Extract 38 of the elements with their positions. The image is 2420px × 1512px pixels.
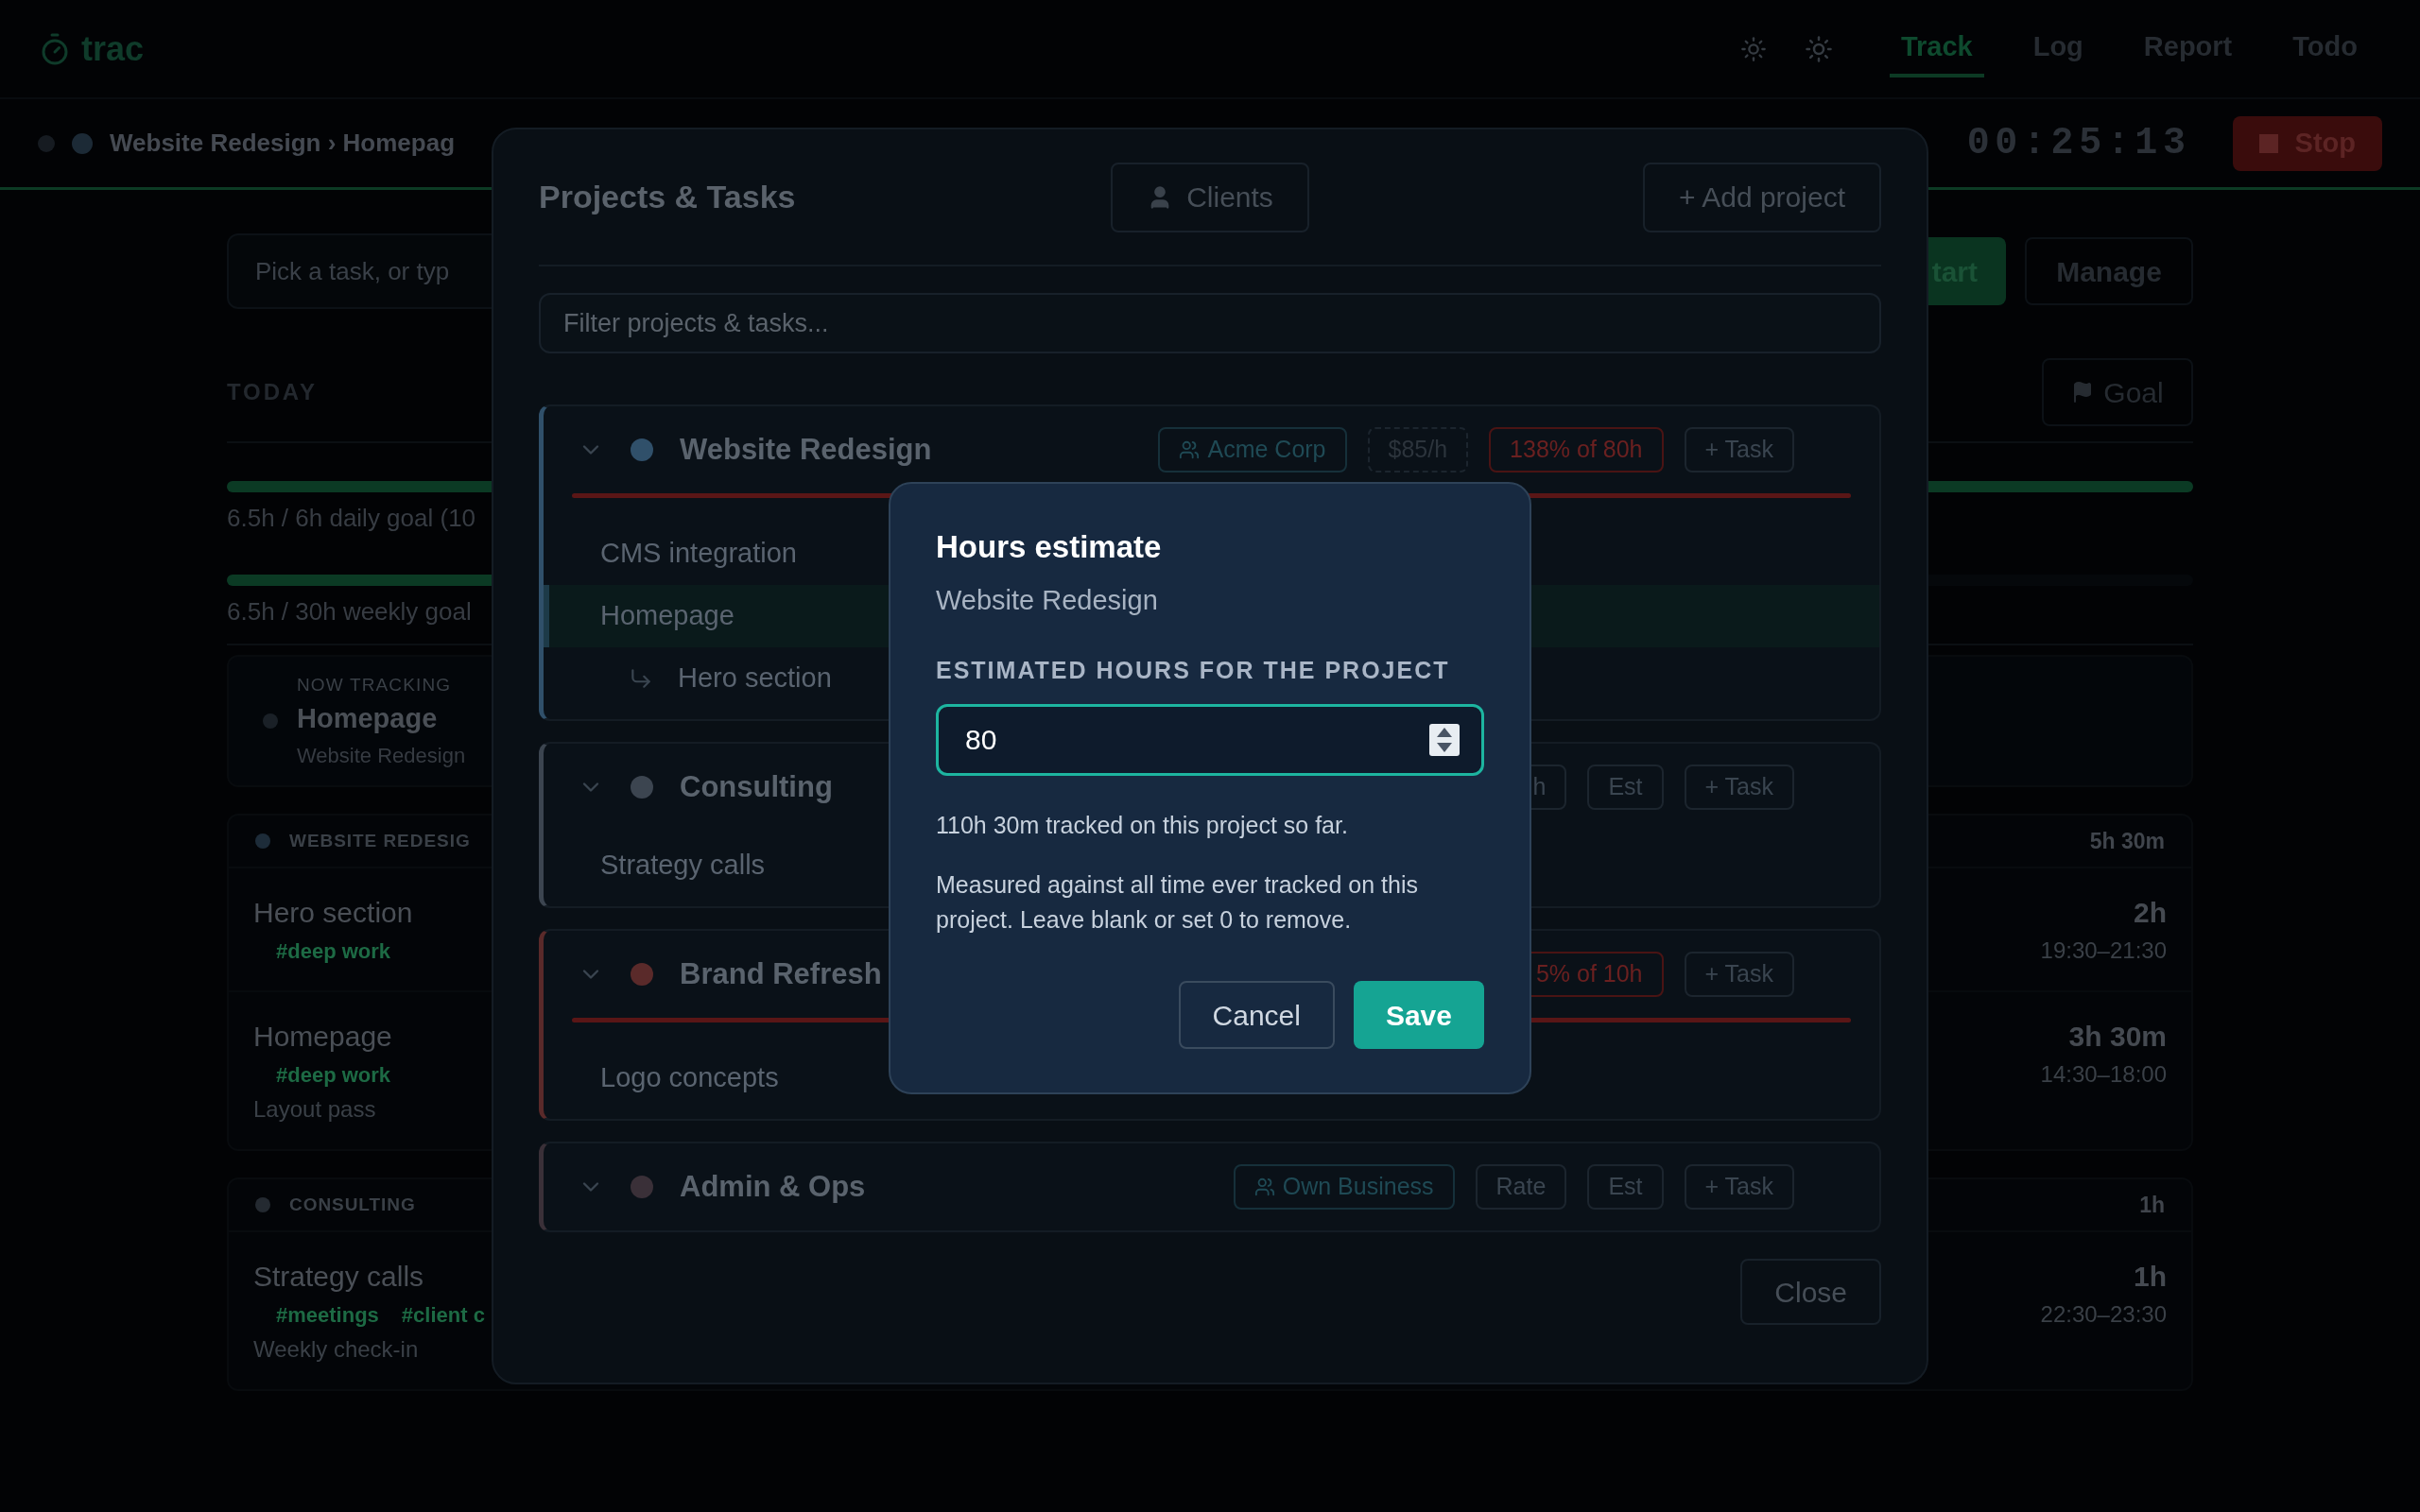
entry-tag: #deep work bbox=[276, 1059, 391, 1091]
entry-tag: #deep work bbox=[276, 936, 391, 967]
goal-label: 6.5h / 6h daily goal (10 bbox=[227, 503, 476, 534]
entry-tag: #client c bbox=[401, 1299, 485, 1331]
project-tag: Est bbox=[1587, 765, 1664, 810]
project-tag: Rate bbox=[1475, 1164, 1567, 1210]
modal-title: Projects & Tasks bbox=[539, 178, 797, 216]
entry-duration: 1h bbox=[2134, 1260, 2167, 1294]
project-tag: 138% of 80h bbox=[1489, 427, 1664, 472]
entry-title: Homepage bbox=[253, 1020, 392, 1054]
entry-time-range: 19:30–21:30 bbox=[2040, 936, 2167, 965]
entry-note: Layout pass bbox=[253, 1095, 377, 1124]
project-tag: Est bbox=[1587, 1164, 1664, 1210]
goal-label: 6.5h / 30h weekly goal bbox=[227, 596, 472, 627]
group-total: 5h 30m bbox=[2089, 827, 2165, 855]
tracked-task: Homepage bbox=[297, 702, 439, 735]
now-tracking-label: NOW TRACKING bbox=[297, 673, 453, 696]
group-heading: WEBSITE REDESIG bbox=[289, 829, 471, 852]
entry-time-range: 14:30–18:00 bbox=[2040, 1060, 2167, 1089]
entry-note: Weekly check-in bbox=[253, 1335, 420, 1364]
dialog-subtitle: Website Redesign bbox=[936, 583, 1159, 617]
dialog-title: Hours estimate bbox=[936, 528, 1163, 566]
entry-duration: 2h bbox=[2134, 896, 2167, 930]
entry-time-range: 22:30–23:30 bbox=[2040, 1300, 2167, 1329]
entry-tag: #meetings bbox=[276, 1299, 379, 1331]
breadcrumb: Website Redesign › Homepag bbox=[110, 128, 456, 159]
field-label: ESTIMATED HOURS FOR THE PROJECT bbox=[936, 656, 1451, 685]
entry-title: Strategy calls bbox=[253, 1260, 425, 1294]
project-tag: Acme Corp bbox=[1158, 427, 1347, 472]
group-heading: CONSULTING bbox=[289, 1193, 416, 1216]
help-text: Measured against all time ever tracked on this project. Leave blank or set 0 to remove. bbox=[936, 870, 1419, 935]
project-tag: Own Business bbox=[1233, 1164, 1455, 1210]
entry-title: Hero section bbox=[253, 896, 413, 930]
tracked-project: Website Redesign bbox=[297, 742, 466, 769]
entry-duration: 3h 30m bbox=[2068, 1020, 2167, 1054]
tracked-note: 110h 30m tracked on this project so far. bbox=[936, 810, 1349, 840]
group-total: 1h bbox=[2139, 1191, 2165, 1219]
app-logo: trac bbox=[81, 27, 145, 70]
